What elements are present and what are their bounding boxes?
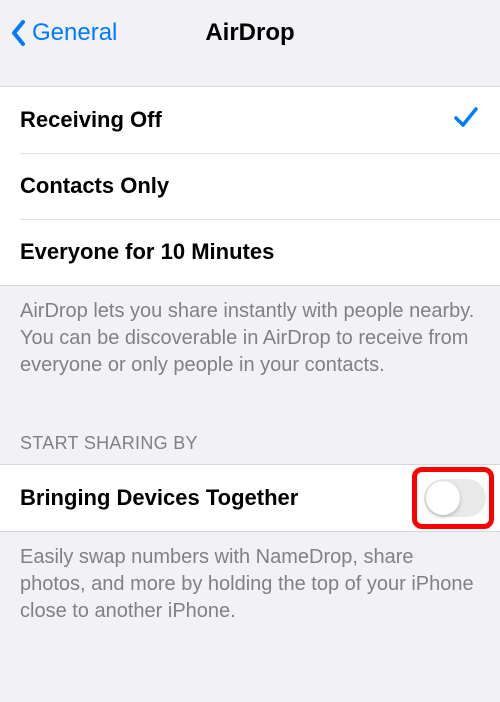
option-everyone-10-minutes[interactable]: Everyone for 10 Minutes <box>0 219 500 285</box>
nav-bar: General AirDrop <box>0 0 500 66</box>
option-contacts-only[interactable]: Contacts Only <box>0 153 500 219</box>
back-label: General <box>32 19 117 47</box>
option-receiving-off[interactable]: Receiving Off <box>0 87 500 153</box>
bringing-devices-together-row[interactable]: Bringing Devices Together <box>0 465 500 531</box>
back-button[interactable]: General <box>0 19 117 47</box>
chevron-left-icon <box>10 19 28 47</box>
discoverability-group: Receiving Off Contacts Only Everyone for… <box>0 86 500 286</box>
option-label: Receiving Off <box>20 107 162 133</box>
toggle-knob <box>426 481 460 515</box>
option-label: Contacts Only <box>20 173 169 199</box>
bringing-devices-together-toggle[interactable] <box>424 479 486 517</box>
option-label: Everyone for 10 Minutes <box>20 239 274 265</box>
toggle-wrap <box>424 479 486 517</box>
sharing-header: START SHARING BY <box>0 433 500 464</box>
discoverability-footer: AirDrop lets you share instantly with pe… <box>0 286 500 379</box>
checkmark-icon <box>452 103 480 137</box>
sharing-group: Bringing Devices Together <box>0 464 500 532</box>
row-label: Bringing Devices Together <box>20 485 298 511</box>
sharing-footer: Easily swap numbers with NameDrop, share… <box>0 532 500 625</box>
